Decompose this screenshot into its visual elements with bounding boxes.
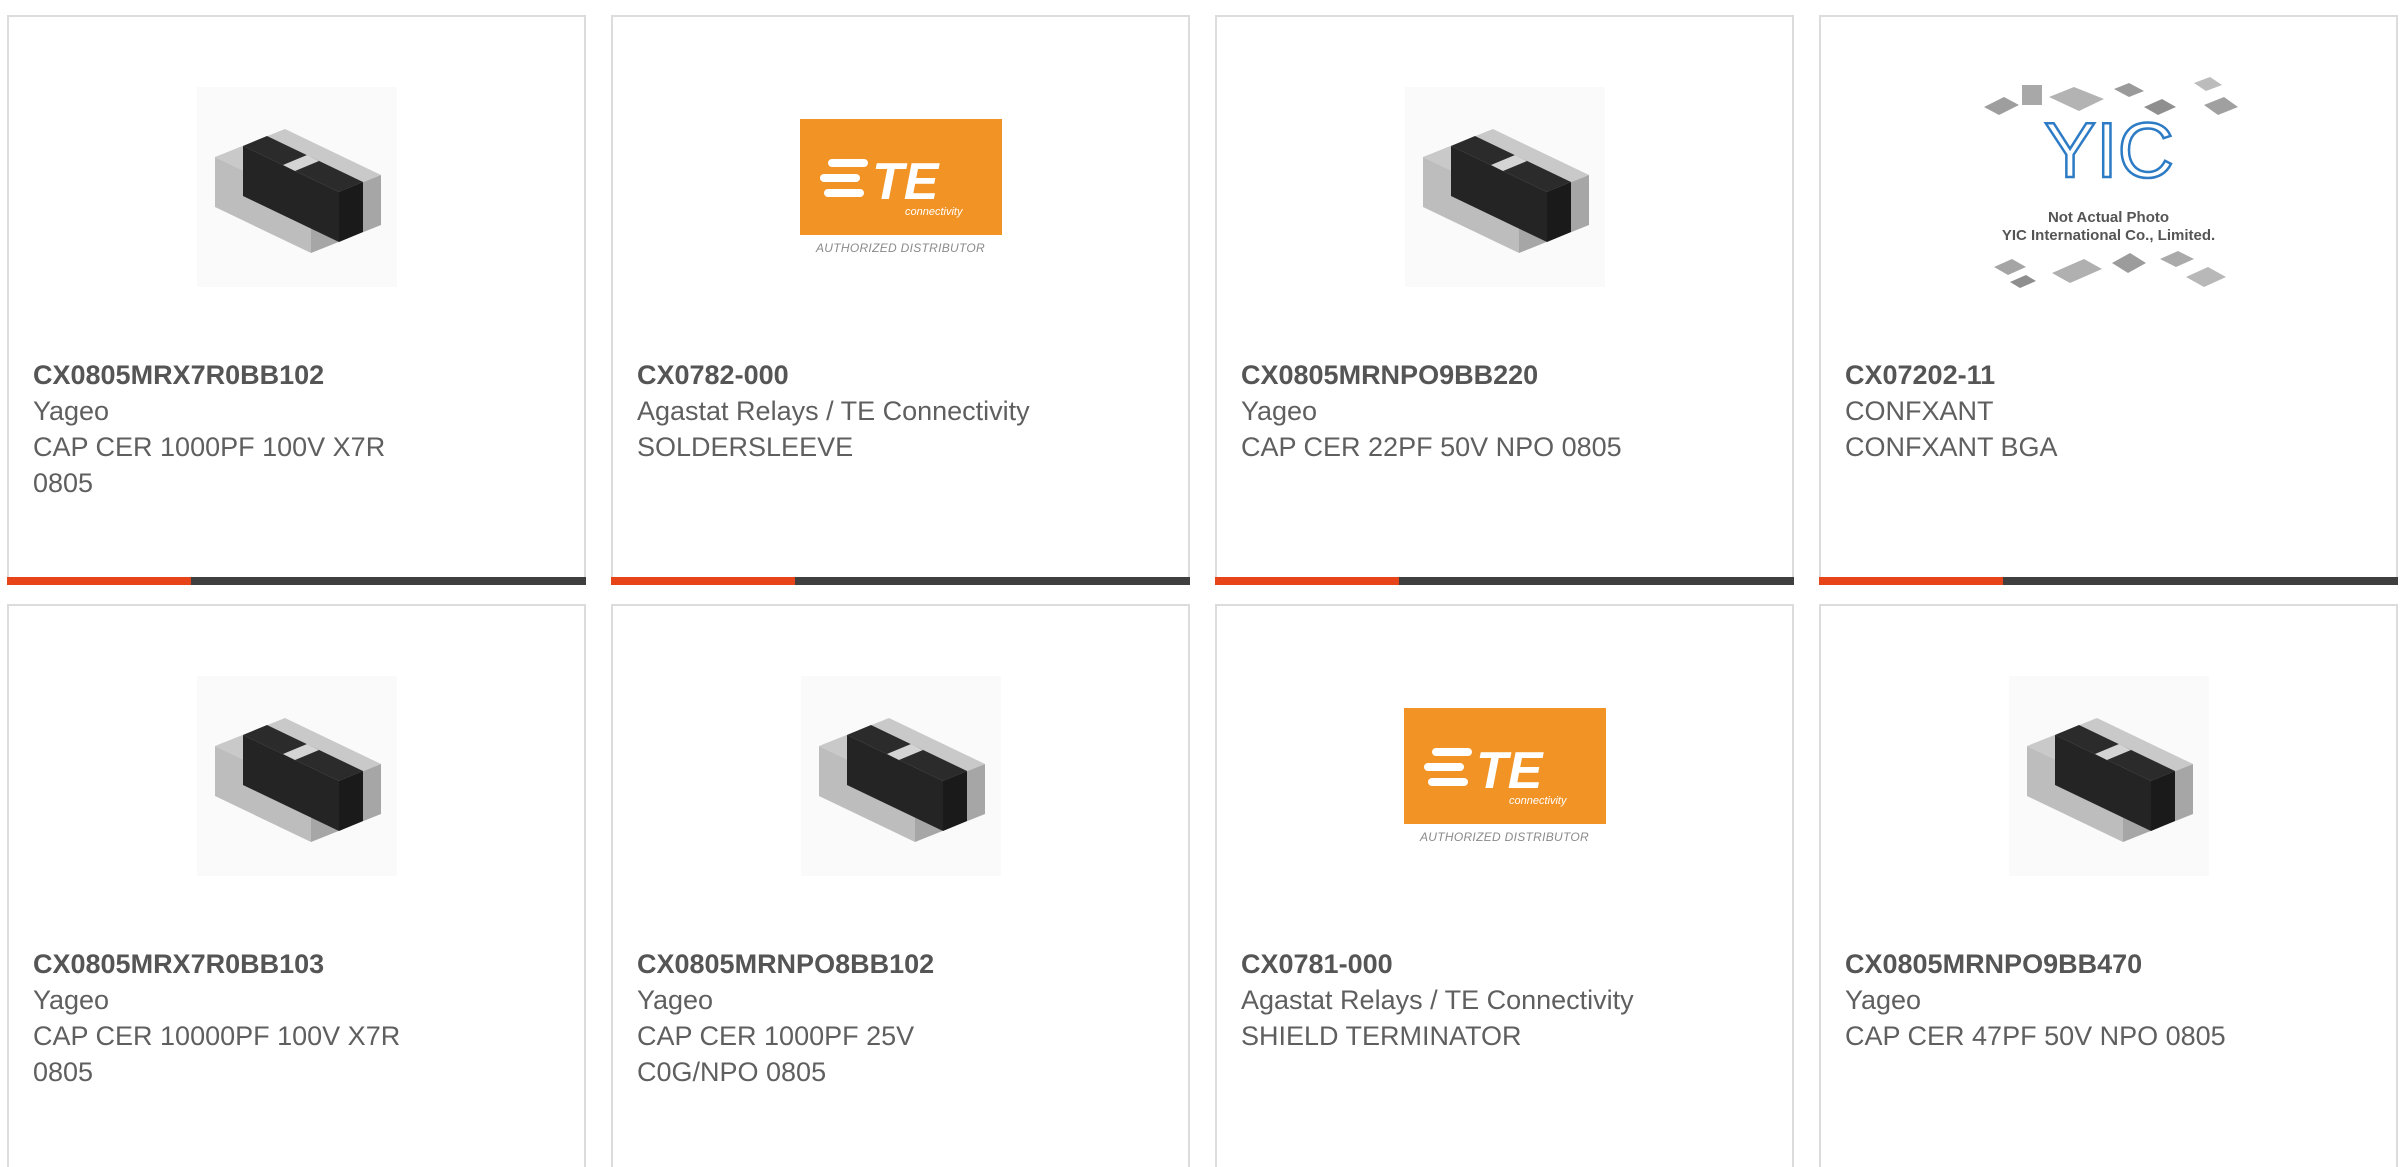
te-wordmark: TE connectivity bbox=[819, 153, 964, 218]
te-wordmark-text: TE bbox=[1476, 742, 1544, 800]
te-connectivity-logo: TE connectivity AUTHORIZED DISTRIBUTOR bbox=[799, 119, 1002, 255]
product-card[interactable]: CX0805MRX7R0BB102 Yageo CAP CER 1000PF 1… bbox=[7, 15, 586, 585]
card-accent-bar bbox=[1215, 577, 1794, 585]
product-card[interactable]: CX0805MRX7R0BB103 Yageo CAP CER 10000PF … bbox=[7, 604, 586, 1167]
te-wordmark-text: TE bbox=[872, 153, 940, 211]
product-info: CX0805MRNPO9BB470 Yageo CAP CER 47PF 50V… bbox=[1845, 946, 2372, 1054]
product-info: CX0805MRNPO9BB220 Yageo CAP CER 22PF 50V… bbox=[1241, 357, 1768, 465]
manufacturer: Yageo bbox=[1845, 985, 1922, 1015]
part-number-link[interactable]: CX0805MRX7R0BB103 bbox=[33, 946, 560, 982]
part-number-link[interactable]: CX0781-000 bbox=[1241, 946, 1768, 982]
yic-caption-line2: YIC International Co., Limited. bbox=[2001, 227, 2216, 244]
te-tagline-text: connectivity bbox=[1509, 795, 1568, 807]
card-accent-bar bbox=[7, 577, 586, 585]
manufacturer: Yageo bbox=[637, 985, 714, 1015]
manufacturer: CONFXANT bbox=[1845, 396, 1994, 426]
product-card[interactable]: CX0805MRNPO9BB470 Yageo CAP CER 47PF 50V… bbox=[1819, 604, 2398, 1167]
product-image[interactable] bbox=[1404, 87, 1605, 287]
product-info: CX0805MRNPO8BB102 Yageo CAP CER 1000PF 2… bbox=[637, 946, 1164, 1090]
chip-capacitor-icon bbox=[2008, 676, 2209, 876]
product-image[interactable] bbox=[196, 676, 397, 876]
card-accent-bar bbox=[611, 577, 1190, 585]
product-image[interactable]: TE connectivity AUTHORIZED DISTRIBUTOR bbox=[1403, 676, 1606, 876]
yic-logo-text: YIC bbox=[2043, 106, 2173, 194]
part-number-link[interactable]: CX0805MRX7R0BB102 bbox=[33, 357, 560, 393]
part-number-link[interactable]: CX0805MRNPO9BB470 bbox=[1845, 946, 2372, 982]
authorized-distributor-label: AUTHORIZED DISTRIBUTOR bbox=[1419, 830, 1590, 844]
description: SOLDERSLEEVE bbox=[637, 432, 854, 462]
product-card[interactable]: TE connectivity AUTHORIZED DISTRIBUTOR C… bbox=[1215, 604, 1794, 1167]
product-grid: CX0805MRX7R0BB102 Yageo CAP CER 1000PF 1… bbox=[0, 0, 2400, 1167]
manufacturer: Yageo bbox=[33, 396, 110, 426]
product-image[interactable] bbox=[196, 87, 397, 287]
manufacturer: Yageo bbox=[1241, 396, 1318, 426]
product-image[interactable]: TE connectivity AUTHORIZED DISTRIBUTOR bbox=[799, 87, 1002, 287]
product-info: CX0805MRX7R0BB102 Yageo CAP CER 1000PF 1… bbox=[33, 357, 560, 501]
part-number-link[interactable]: CX0782-000 bbox=[637, 357, 1164, 393]
product-image[interactable]: YIC Not Actual Photo YIC International C… bbox=[1983, 77, 2238, 288]
manufacturer: Yageo bbox=[33, 985, 110, 1015]
description: CAP CER 1000PF 25V C0G/NPO 0805 bbox=[637, 1021, 915, 1087]
description: CAP CER 1000PF 100V X7R 0805 bbox=[33, 432, 386, 498]
description: CONFXANT BGA bbox=[1845, 432, 2058, 462]
yic-placeholder: YIC Not Actual Photo YIC International C… bbox=[1974, 67, 2244, 307]
authorized-distributor-label: AUTHORIZED DISTRIBUTOR bbox=[815, 241, 986, 255]
te-wordmark: TE connectivity bbox=[1423, 742, 1568, 807]
product-image[interactable] bbox=[2008, 676, 2209, 876]
product-card[interactable]: CX0805MRNPO8BB102 Yageo CAP CER 1000PF 2… bbox=[611, 604, 1190, 1167]
manufacturer: Agastat Relays / TE Connectivity bbox=[637, 396, 1030, 426]
product-info: CX0805MRX7R0BB103 Yageo CAP CER 10000PF … bbox=[33, 946, 560, 1090]
not-actual-photo-caption: Not Actual Photo YIC International Co., … bbox=[1974, 209, 2244, 245]
product-info: CX0781-000 Agastat Relays / TE Connectiv… bbox=[1241, 946, 1768, 1054]
te-connectivity-logo: TE connectivity AUTHORIZED DISTRIBUTOR bbox=[1403, 708, 1606, 844]
chip-capacitor-icon bbox=[196, 87, 397, 287]
part-number-link[interactable]: CX07202-11 bbox=[1845, 357, 2372, 393]
description: CAP CER 22PF 50V NPO 0805 bbox=[1241, 432, 1622, 462]
product-card[interactable]: YIC Not Actual Photo YIC International C… bbox=[1819, 15, 2398, 585]
card-accent-highlight bbox=[1215, 577, 1399, 585]
product-info: CX0782-000 Agastat Relays / TE Connectiv… bbox=[637, 357, 1164, 465]
description: CAP CER 10000PF 100V X7R 0805 bbox=[33, 1021, 401, 1087]
product-card[interactable]: CX0805MRNPO9BB220 Yageo CAP CER 22PF 50V… bbox=[1215, 15, 1794, 585]
te-logo-box: TE connectivity bbox=[799, 119, 1002, 235]
product-card[interactable]: TE connectivity AUTHORIZED DISTRIBUTOR C… bbox=[611, 15, 1190, 585]
description: CAP CER 47PF 50V NPO 0805 bbox=[1845, 1021, 2226, 1051]
te-tagline-text: connectivity bbox=[905, 206, 964, 218]
product-info: CX07202-11 CONFXANT CONFXANT BGA bbox=[1845, 357, 2372, 465]
card-accent-highlight bbox=[611, 577, 795, 585]
product-image[interactable] bbox=[800, 676, 1001, 876]
te-logo-box: TE connectivity bbox=[1403, 708, 1606, 824]
chip-capacitor-icon bbox=[800, 676, 1001, 876]
chip-packages-icon: YIC bbox=[1983, 77, 2238, 288]
chip-capacitor-icon bbox=[196, 676, 397, 876]
chip-capacitor-icon bbox=[1404, 87, 1605, 287]
yic-caption-line1: Not Actual Photo bbox=[2047, 209, 2170, 226]
card-accent-highlight bbox=[1819, 577, 2003, 585]
card-accent-bar bbox=[1819, 577, 2398, 585]
manufacturer: Agastat Relays / TE Connectivity bbox=[1241, 985, 1634, 1015]
card-accent-highlight bbox=[7, 577, 191, 585]
part-number-link[interactable]: CX0805MRNPO8BB102 bbox=[637, 946, 1164, 982]
part-number-link[interactable]: CX0805MRNPO9BB220 bbox=[1241, 357, 1768, 393]
description: SHIELD TERMINATOR bbox=[1241, 1021, 1522, 1051]
